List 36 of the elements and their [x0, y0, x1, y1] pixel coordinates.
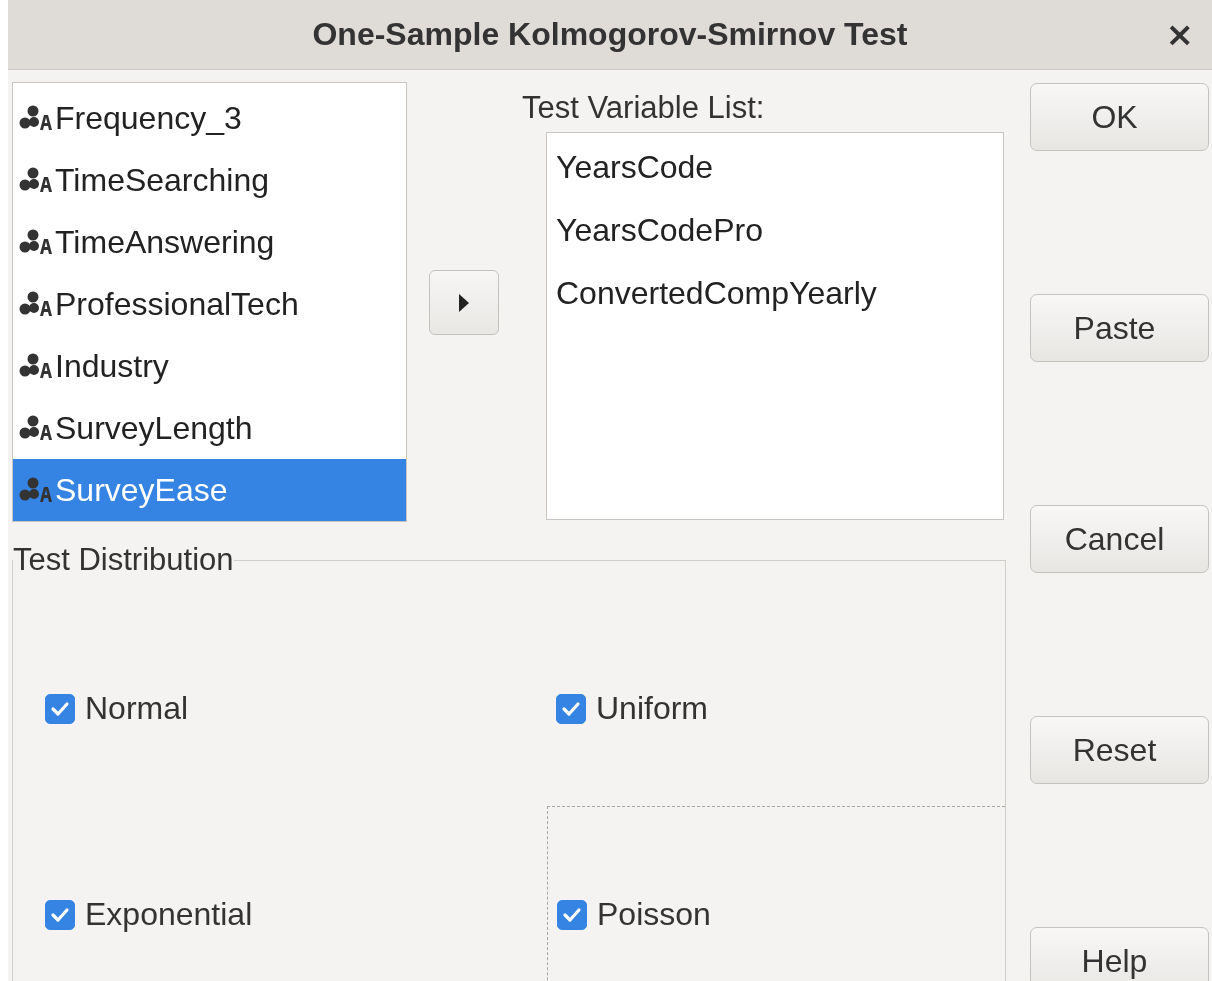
dialog-button[interactable]: Reset	[1030, 716, 1209, 784]
group-title: Test Distribution	[13, 542, 234, 578]
check-icon	[561, 700, 581, 717]
dialog-button[interactable]: Paste	[1030, 294, 1209, 362]
variable-list-item[interactable]: SurveyEase	[13, 459, 406, 521]
variable-list-item[interactable]: ProfessionalTech	[13, 273, 406, 335]
dots-icon	[19, 415, 53, 441]
variable-list-item[interactable]: SurveyLength	[13, 397, 406, 459]
triangle-right-icon	[458, 292, 470, 313]
close-button[interactable]: ×	[1161, 14, 1198, 54]
checkbox[interactable]: Exponential	[45, 896, 253, 933]
dialog-button[interactable]: Help	[1030, 927, 1209, 981]
dots-icon	[19, 353, 53, 379]
dialog-button[interactable]: Cancel	[1030, 505, 1209, 573]
checkbox[interactable]: Poisson	[557, 896, 711, 933]
variable-list-item[interactable]: Industry	[13, 335, 406, 397]
dots-icon	[19, 477, 53, 503]
check-icon	[562, 906, 582, 923]
window-title: One-Sample Kolmogorov-Smirnov Test	[312, 16, 908, 53]
checkbox[interactable]: Uniform	[556, 690, 708, 727]
checkbox[interactable]: Normal	[45, 690, 189, 727]
check-icon	[50, 700, 70, 717]
variable-list-item[interactable]: YearsCodePro	[547, 199, 1003, 262]
move-right-button[interactable]	[429, 270, 499, 335]
dots-icon	[19, 229, 53, 255]
variable-list-item[interactable]: TimeSearching	[13, 149, 406, 211]
dots-icon	[19, 105, 53, 131]
variable-list-item[interactable]: ConvertedCompYearly	[547, 262, 1003, 325]
dots-icon	[19, 291, 53, 317]
variable-list-item[interactable]: Frequency_3	[13, 87, 406, 149]
variable-list-item[interactable]: YearsCode	[547, 136, 1003, 199]
variable-list-item[interactable]: TimeAnswering	[13, 211, 406, 273]
dialog-button[interactable]: OK	[1030, 83, 1209, 151]
test-variable-list-label: Test Variable List:	[522, 89, 766, 127]
dots-icon	[19, 167, 53, 193]
check-icon	[50, 906, 70, 923]
